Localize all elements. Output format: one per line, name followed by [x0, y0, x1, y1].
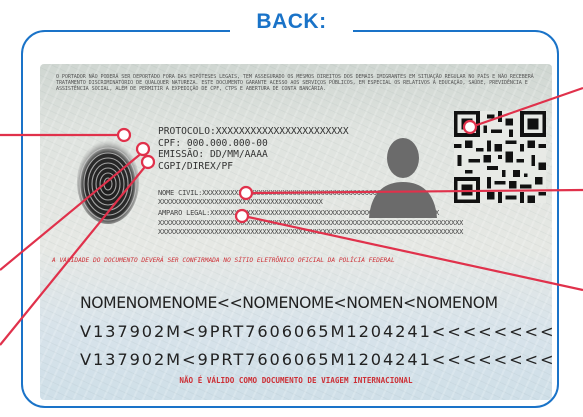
issuer-field: CGPI/DIREX/PF — [158, 160, 234, 172]
mrz-line-3: V137902M<9PRT7606065M1204241<<<<<<<< — [80, 350, 552, 369]
filler-line-2: XXXXXXXXXXXXXXXXXXXXXXXXXXXXXXXXXXXXXXXX… — [158, 219, 464, 227]
mrz-line-1: NOMENOMENOME<<NOMENOME<NOMEN<NOMENOM — [80, 294, 498, 312]
personal-fields: PROTOCOLO:XXXXXXXXXXXXXXXXXXXXXXX CPF: 0… — [158, 126, 349, 172]
legal-text: O PORTADOR NÃO PODERÁ SER DEPORTADO FORA… — [56, 74, 534, 93]
mrz-line-2: V137902M<9PRT7606065M1204241<<<<<<<< — [80, 322, 552, 341]
protocolo-field: PROTOCOLO:XXXXXXXXXXXXXXXXXXXXXXX — [158, 126, 349, 137]
footer-warning: NÃO É VÁLIDO COMO DOCUMENTO DE VIAGEM IN… — [179, 376, 413, 385]
emissao-field: EMISSÃO: DD/MM/AAAA — [158, 149, 268, 161]
qr-code-icon — [454, 111, 546, 203]
frame-title: BACK: — [0, 10, 583, 34]
filler-line-3: XXXXXXXXXXXXXXXXXXXXXXXXXXXXXXXXXXXXXXXX… — [158, 228, 464, 236]
person-silhouette-icon — [369, 138, 437, 218]
cpf-field: CPF: 000.000.000-00 — [158, 137, 268, 149]
amparo-legal-field: AMPARO LEGAL:XXXXXXXXXXXXXXXXXXXXXXXXXXX… — [158, 209, 440, 217]
id-card-back: O PORTADOR NÃO PODERÁ SER DEPORTADO FORA… — [40, 64, 552, 400]
validity-note: A VALIDADE DO DOCUMENTO DEVERÁ SER CONFI… — [52, 257, 395, 264]
fingerprint-icon — [77, 140, 139, 224]
